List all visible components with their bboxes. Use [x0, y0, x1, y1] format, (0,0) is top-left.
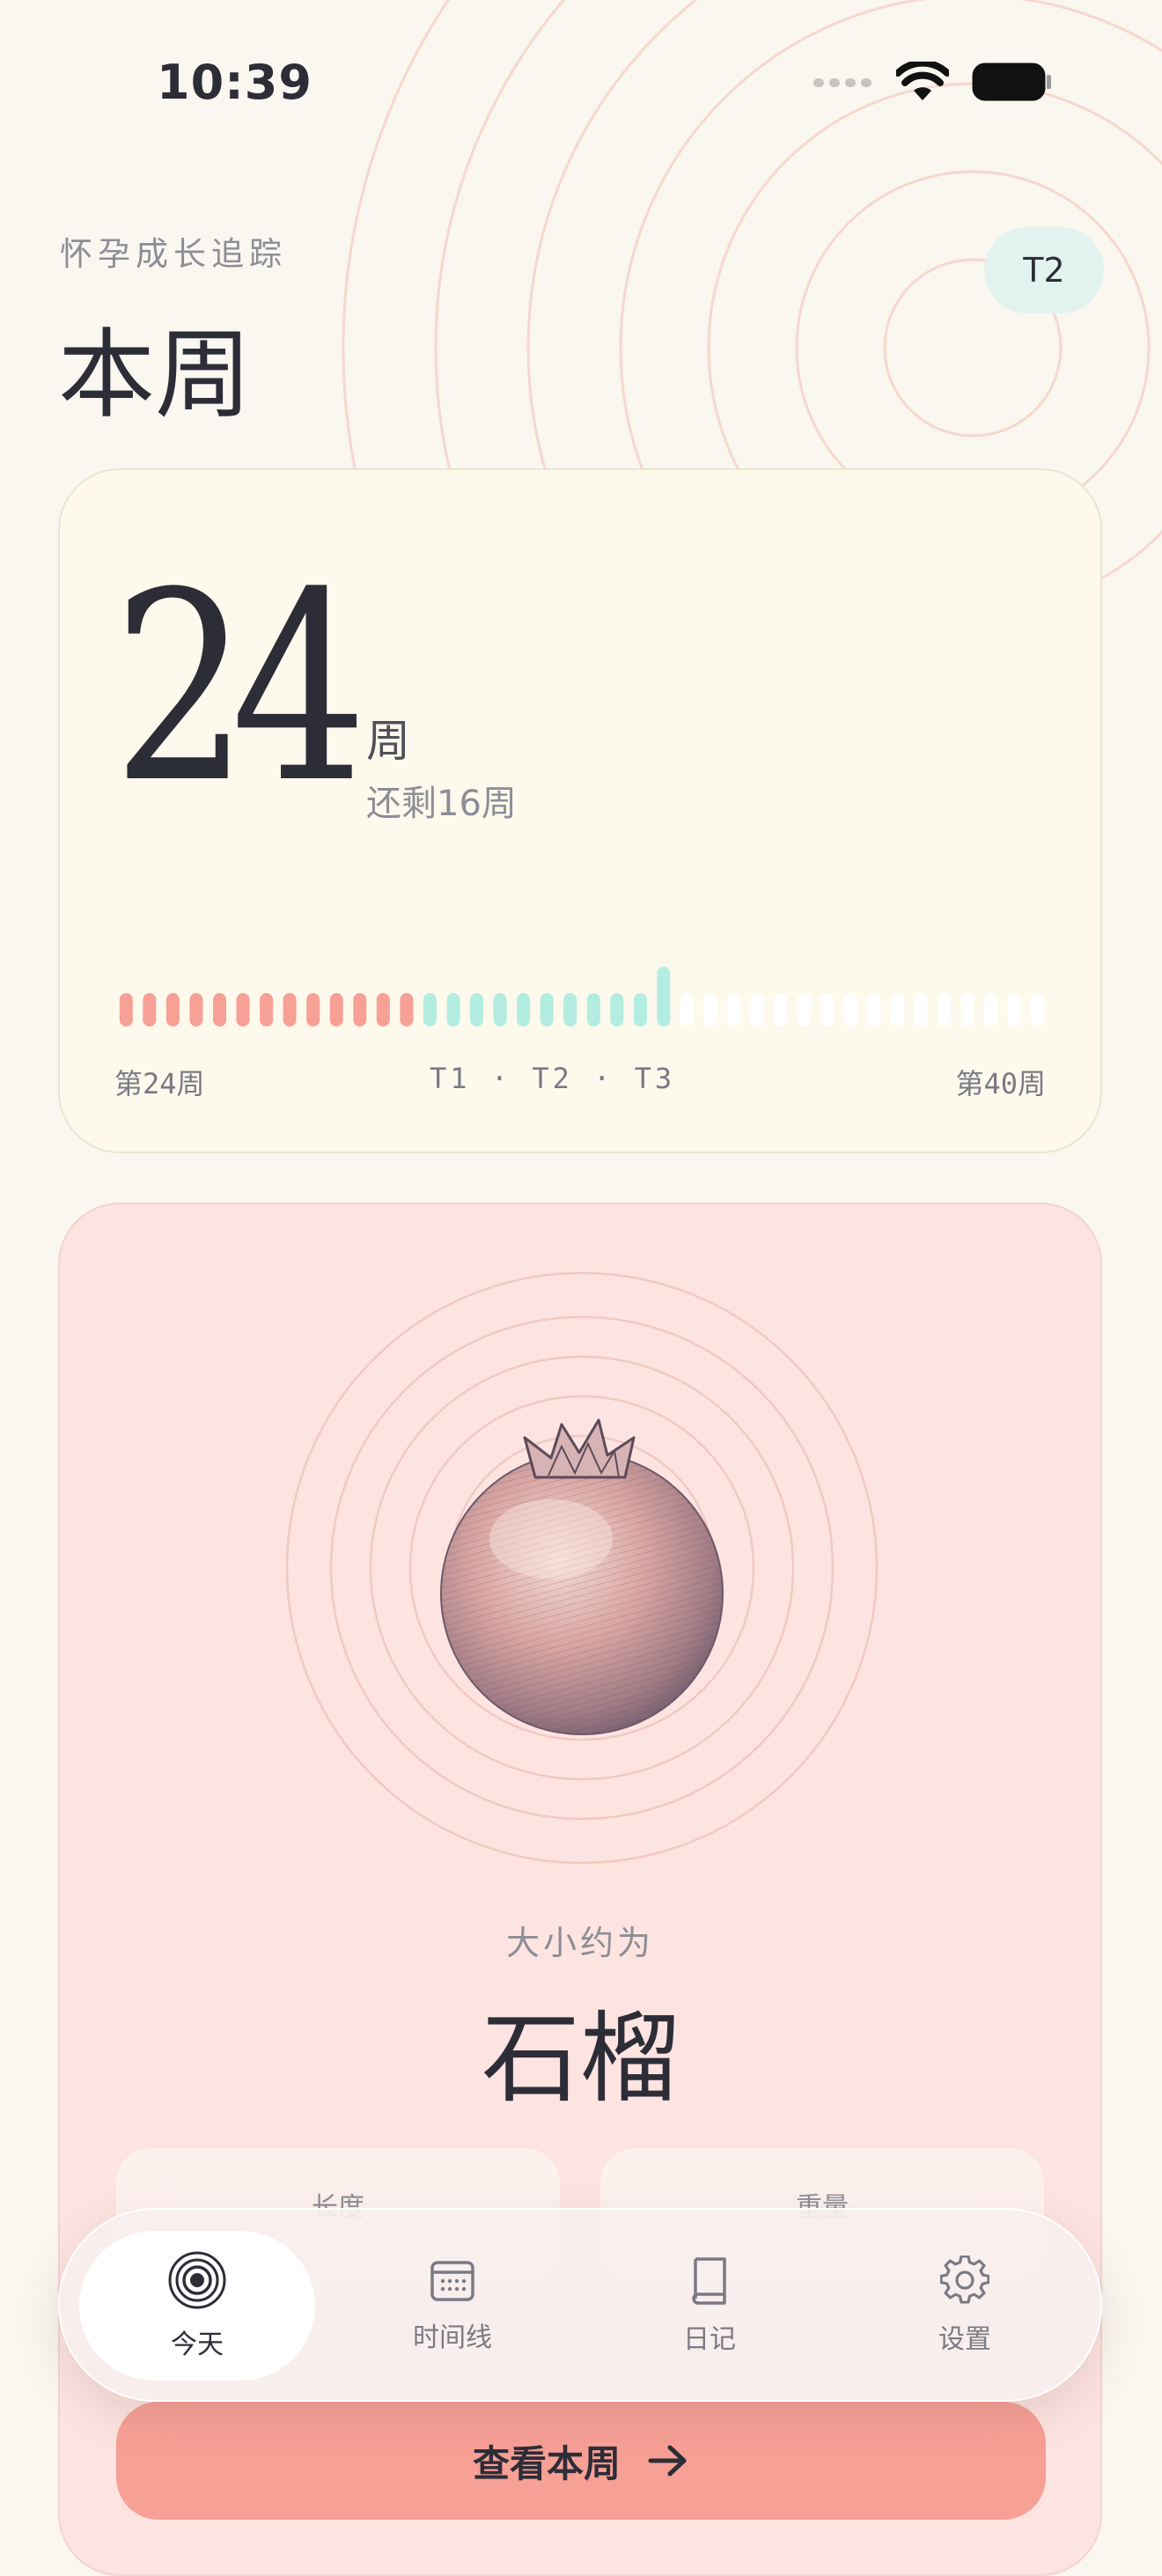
size-label: 大小约为 — [505, 1924, 654, 1962]
progress-segment — [1031, 993, 1045, 1027]
progress-segment — [960, 993, 974, 1027]
tab-journal-label: 日记 — [683, 2324, 736, 2355]
progress-segment-current — [657, 967, 671, 1027]
view-week-label: 查看本周 — [472, 2441, 621, 2485]
progress-segment — [797, 993, 811, 1027]
progress-segment — [165, 993, 180, 1027]
progress-segment — [750, 993, 764, 1027]
signal-icon — [813, 78, 872, 87]
progress-segment — [260, 993, 274, 1027]
target-icon — [168, 2251, 226, 2309]
battery-icon — [972, 63, 1051, 101]
progress-segment — [353, 993, 367, 1027]
calendar-icon — [430, 2261, 474, 2301]
progress-segment — [236, 993, 250, 1027]
progress-segment — [1007, 993, 1021, 1027]
week-card: 24 周 还剩16周 第24周 T1 · T2 · T3 第40周 — [58, 468, 1102, 1153]
trimester-labels: T1 · T2 · T3 — [430, 1062, 676, 1095]
progress-segment — [867, 993, 881, 1027]
progress-segment — [143, 993, 157, 1027]
tab-settings-label: 设置 — [938, 2324, 991, 2355]
tab-today[interactable]: 今天 — [79, 2231, 315, 2381]
gear-icon — [940, 2256, 989, 2304]
progress-segment — [213, 993, 226, 1027]
progress-segment — [446, 993, 460, 1027]
progress-segment — [820, 993, 835, 1027]
progress-segment — [680, 993, 694, 1027]
progress-end-label: 第40周 — [955, 1067, 1046, 1100]
status-icons — [813, 62, 1053, 102]
progress-segment — [610, 993, 624, 1027]
progress-segment — [517, 993, 531, 1027]
page-subtitle: 怀孕成长追踪 — [60, 235, 287, 273]
tab-today-label: 今天 — [171, 2329, 224, 2360]
progress-segment — [400, 993, 414, 1027]
progress-segment — [119, 993, 133, 1027]
progress-segment — [563, 993, 577, 1027]
wifi-icon — [896, 62, 949, 100]
tab-timeline[interactable]: 时间线 — [335, 2231, 570, 2381]
progress-segment — [938, 993, 951, 1027]
progress-segment — [306, 993, 320, 1027]
progress-segment — [774, 993, 788, 1027]
pomegranate-illustration — [285, 1271, 879, 1865]
weeks-remaining: 还剩16周 — [366, 784, 517, 824]
progress-segment — [703, 993, 717, 1027]
progress-segment — [376, 993, 390, 1027]
progress-segment — [423, 993, 437, 1027]
week-progress-bar — [119, 967, 1045, 1027]
progress-segment — [914, 993, 928, 1027]
status-time: 10:39 — [157, 55, 313, 110]
book-icon — [692, 2257, 726, 2305]
progress-segment — [633, 993, 647, 1027]
page-title: 本周 — [58, 319, 252, 431]
progress-segment — [493, 993, 507, 1027]
view-week-button[interactable]: 查看本周 — [116, 2402, 1046, 2520]
arrow-right-icon — [648, 2445, 687, 2477]
progress-segment — [283, 993, 297, 1027]
tab-journal[interactable]: 日记 — [592, 2231, 827, 2381]
week-number: 24 — [113, 536, 367, 840]
tab-settings[interactable]: 设置 — [847, 2231, 1083, 2381]
progress-segment — [727, 993, 741, 1027]
tab-bar: 今天 时间线 日记 设置 — [58, 2208, 1102, 2402]
progress-segment — [586, 993, 600, 1027]
progress-segment — [984, 993, 998, 1027]
progress-start-label: 第24周 — [114, 1067, 205, 1100]
progress-segment — [843, 993, 857, 1027]
progress-segment — [329, 993, 343, 1027]
trimester-badge[interactable]: T2 — [984, 227, 1104, 313]
fruit-name: 石榴 — [482, 2002, 679, 2116]
progress-segment — [189, 993, 203, 1027]
progress-segment — [890, 993, 904, 1027]
week-unit: 周 — [366, 716, 410, 767]
progress-segment — [470, 993, 483, 1027]
tab-timeline-label: 时间线 — [413, 2322, 492, 2353]
progress-segment — [540, 993, 554, 1027]
